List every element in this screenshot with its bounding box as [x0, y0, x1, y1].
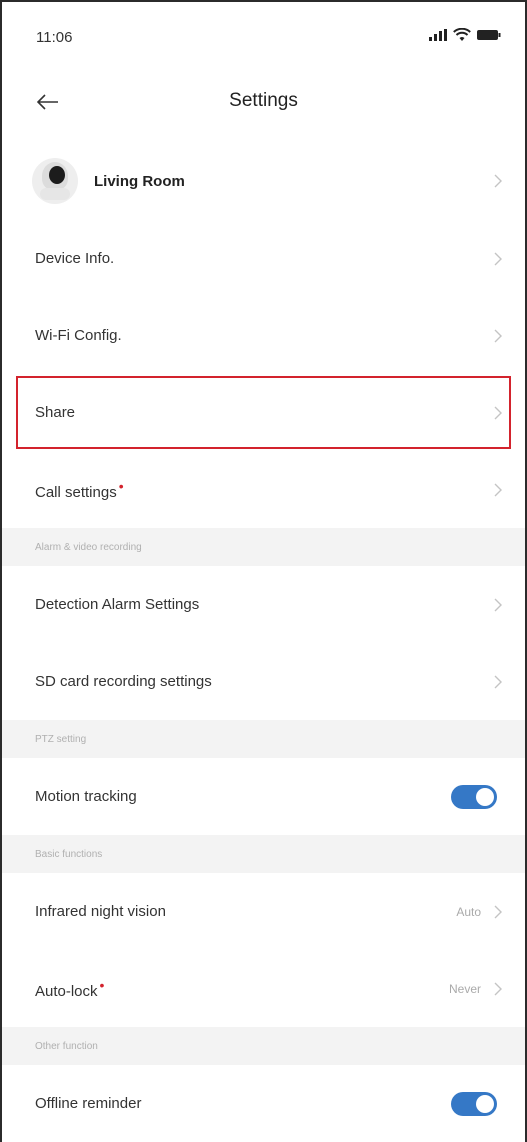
section-header-ptz: PTZ setting	[2, 720, 525, 758]
new-badge-dot: •	[99, 977, 105, 993]
detection-alarm-row[interactable]: Detection Alarm Settings	[2, 566, 525, 643]
camera-avatar	[32, 158, 78, 204]
chevron-right-icon	[491, 483, 505, 497]
phone-frame: 11:06 Settings Living Room Device Info. …	[0, 0, 527, 1142]
status-icons	[429, 28, 501, 42]
chevron-right-icon	[491, 675, 505, 689]
infrared-value: Auto	[456, 904, 481, 919]
chevron-right-icon	[491, 329, 505, 343]
new-badge-dot: •	[118, 478, 124, 494]
settings-list: Living Room Device Info. Wi-Fi Config. S…	[2, 142, 525, 1142]
auto-lock-text: Auto-lock	[35, 983, 98, 1000]
status-time: 11:06	[36, 29, 73, 46]
share-label: Share	[35, 404, 76, 421]
chevron-right-icon	[491, 406, 505, 420]
wifi-config-row[interactable]: Wi-Fi Config.	[2, 297, 525, 374]
device-name: Living Room	[94, 172, 185, 190]
device-info-label: Device Info.	[35, 250, 115, 267]
motion-tracking-toggle[interactable]	[451, 784, 497, 809]
auto-lock-label: Auto-lock •	[35, 977, 449, 1000]
offline-reminder-label: Offline reminder	[35, 1095, 142, 1112]
chevron-right-icon	[491, 252, 505, 266]
call-settings-label: Call settings •	[35, 478, 491, 501]
header: Settings	[2, 72, 525, 132]
offline-reminder-row: Offline reminder	[2, 1065, 525, 1142]
auto-lock-row[interactable]: Auto-lock • Never	[2, 950, 525, 1027]
sd-card-row[interactable]: SD card recording settings	[2, 643, 525, 720]
page-title: Settings	[229, 90, 298, 111]
call-settings-row[interactable]: Call settings •	[2, 451, 525, 528]
infrared-label: Infrared night vision	[35, 903, 166, 920]
offline-reminder-toggle[interactable]	[451, 1091, 497, 1116]
section-header-basic: Basic functions	[2, 835, 525, 873]
motion-tracking-row: Motion tracking	[2, 758, 525, 835]
wifi-config-label: Wi-Fi Config.	[35, 327, 122, 344]
device-row[interactable]: Living Room	[2, 142, 525, 220]
chevron-right-icon	[491, 905, 505, 919]
sd-card-label: SD card recording settings	[35, 673, 212, 690]
signal-icon	[429, 29, 447, 41]
detection-alarm-label: Detection Alarm Settings	[35, 596, 200, 613]
chevron-right-icon	[491, 174, 505, 188]
share-row[interactable]: Share	[2, 374, 525, 451]
chevron-right-icon	[491, 982, 505, 996]
section-header-other: Other function	[2, 1027, 525, 1065]
device-info-row[interactable]: Device Info.	[2, 220, 525, 297]
wifi-icon	[453, 28, 471, 41]
auto-lock-value: Never	[448, 981, 481, 996]
section-header-alarm: Alarm & video recording	[2, 528, 525, 566]
status-bar: 11:06	[2, 2, 525, 72]
battery-icon	[477, 30, 501, 40]
chevron-right-icon	[491, 598, 505, 612]
call-settings-text: Call settings	[35, 484, 117, 501]
infrared-row[interactable]: Infrared night vision Auto	[2, 873, 525, 950]
motion-tracking-label: Motion tracking	[35, 788, 137, 805]
